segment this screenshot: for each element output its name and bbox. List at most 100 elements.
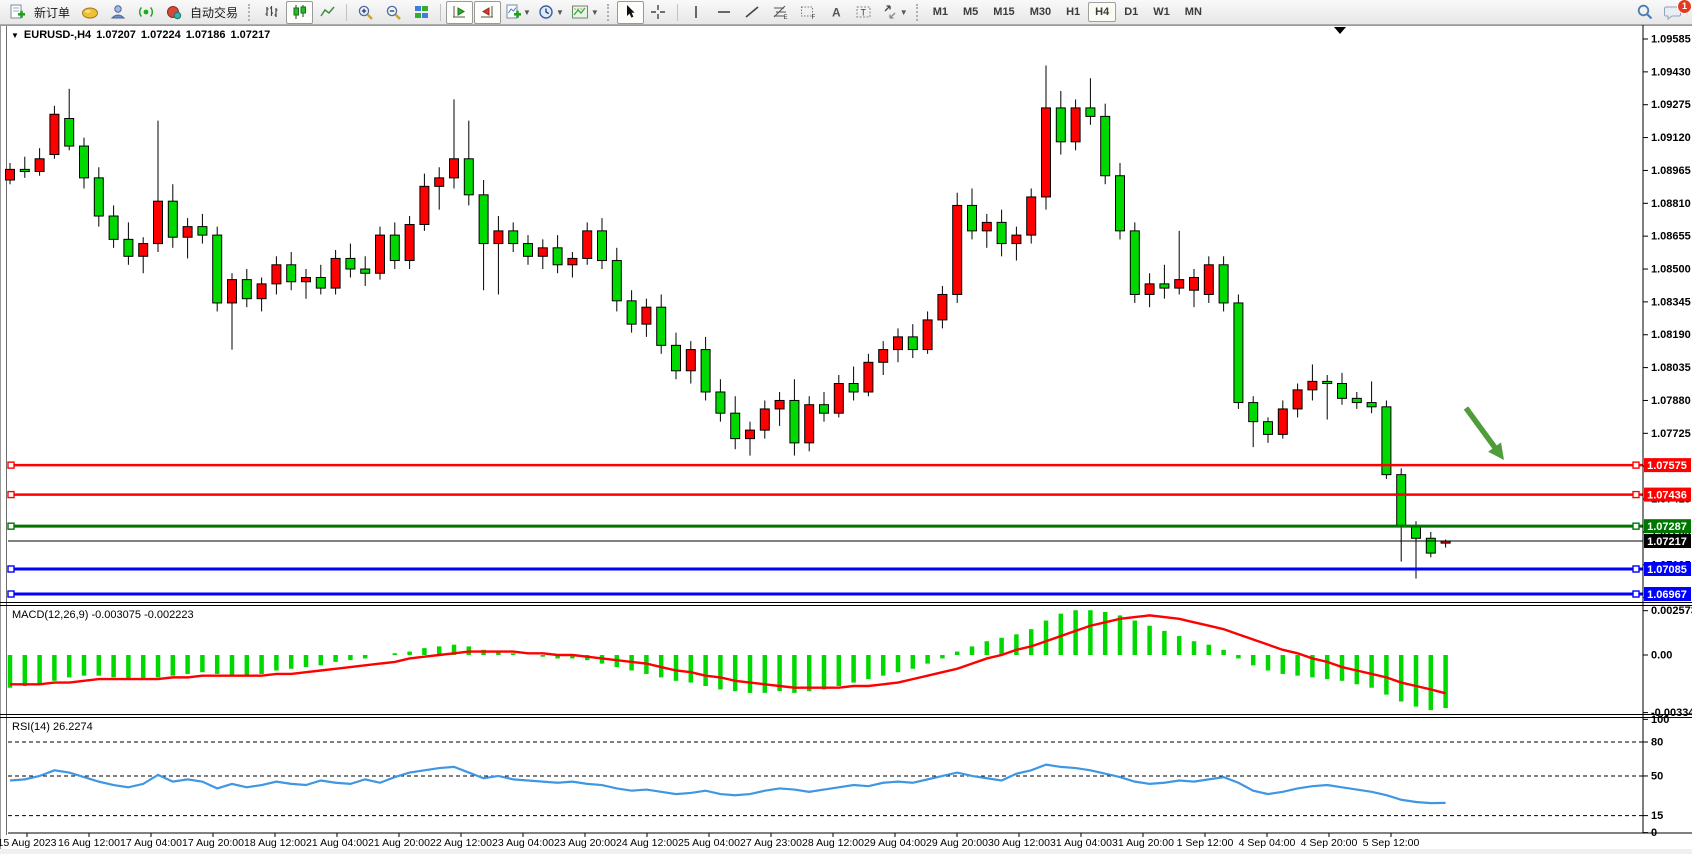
text-icon: A <box>829 4 843 20</box>
price-tick-label: 1.09275 <box>1651 99 1691 111</box>
time-tick-label: 24 Aug 12:00 <box>616 837 678 849</box>
arrows-button[interactable]: ▼ <box>879 1 911 24</box>
crosshair-button[interactable] <box>645 1 672 24</box>
svg-text:1.07287: 1.07287 <box>1647 521 1687 533</box>
autoscroll-button[interactable] <box>446 1 473 24</box>
candle-body <box>834 384 843 414</box>
notification-badge[interactable]: 1 <box>1677 0 1692 14</box>
price-tag-1.06967: 1.06967 <box>1644 587 1691 601</box>
fibo-grid-button[interactable]: F <box>795 1 822 24</box>
cursor-button[interactable] <box>617 1 644 24</box>
tile-windows-button[interactable] <box>408 1 435 24</box>
candle-body <box>1086 108 1095 116</box>
price-tick-label: 1.08345 <box>1651 296 1691 308</box>
candle-body <box>80 146 89 178</box>
candle-body <box>346 258 355 269</box>
time-tick-label: 5 Sep 12:00 <box>1363 837 1420 849</box>
zoom-in-button[interactable] <box>352 1 379 24</box>
symbol-period-label: EURUSD-,H4 <box>24 29 91 41</box>
candle-body <box>1397 475 1406 526</box>
hline-handle[interactable] <box>1633 523 1639 529</box>
hline-handle[interactable] <box>8 492 14 498</box>
templates-button[interactable]: ▼ <box>568 1 602 24</box>
candle-body <box>509 231 518 244</box>
candlestick-chart-button[interactable] <box>286 1 313 24</box>
new-order-button[interactable] <box>4 1 31 24</box>
search-icon <box>1636 3 1654 21</box>
line-chart-button[interactable] <box>314 1 341 24</box>
tab-timeframe-mn[interactable]: MN <box>1178 2 1209 22</box>
zoom-in-icon <box>357 4 374 21</box>
candle-body <box>894 337 903 350</box>
candle-body <box>953 205 962 294</box>
text-button[interactable]: A <box>823 1 850 24</box>
price-tick-label: 1.09430 <box>1651 66 1691 78</box>
candle-body <box>302 278 311 282</box>
text-label-button[interactable]: T <box>851 1 878 24</box>
hline-handle[interactable] <box>1633 591 1639 597</box>
tab-timeframe-w1[interactable]: W1 <box>1146 2 1177 22</box>
chart-canvas[interactable]: 1.095851.094301.092751.091201.089651.088… <box>0 25 1692 854</box>
toolbar-grip[interactable] <box>607 4 612 21</box>
rsi-tick-label: 100 <box>1651 714 1669 726</box>
hline-handle[interactable] <box>8 566 14 572</box>
svg-text:A: A <box>832 6 841 20</box>
horizontal-line-button[interactable] <box>711 1 738 24</box>
trendline-button[interactable] <box>739 1 766 24</box>
zoom-out-button[interactable] <box>380 1 407 24</box>
hline-handle[interactable] <box>1633 566 1639 572</box>
candle-body <box>923 320 932 350</box>
autotrade-label[interactable]: 自动交易 <box>188 4 243 21</box>
time-tick-label: 17 Aug 20:00 <box>182 837 244 849</box>
tab-timeframe-m30[interactable]: M30 <box>1023 2 1058 22</box>
price-tag-1.07217: 1.07217 <box>1644 534 1691 548</box>
profile-button[interactable] <box>104 1 131 24</box>
hline-handle[interactable] <box>1633 462 1639 468</box>
periods-button[interactable]: ▼ <box>535 1 567 24</box>
candle-body <box>524 244 533 257</box>
broadcast-button[interactable] <box>132 1 159 24</box>
tab-timeframe-h4[interactable]: H4 <box>1088 2 1116 22</box>
candle-body <box>450 159 459 178</box>
tab-timeframe-d1[interactable]: D1 <box>1117 2 1145 22</box>
bar-chart-button[interactable] <box>258 1 285 24</box>
candle-body <box>1042 108 1051 197</box>
vertical-line-button[interactable] <box>683 1 710 24</box>
ohlc-high: 1.07224 <box>141 29 181 41</box>
time-tick-label: 21 Aug 04:00 <box>306 837 368 849</box>
toolbar-grip[interactable] <box>916 4 921 21</box>
candle-body <box>1130 231 1139 295</box>
indicators-button[interactable]: ▼ <box>502 1 534 24</box>
candle-body <box>109 216 118 239</box>
macd-tick-label: 0.00 <box>1651 650 1672 662</box>
hline-handle[interactable] <box>1633 492 1639 498</box>
hline-handle[interactable] <box>8 591 14 597</box>
tab-timeframe-m5[interactable]: M5 <box>956 2 985 22</box>
tab-timeframe-h1[interactable]: H1 <box>1059 2 1087 22</box>
chart-shift-button[interactable] <box>474 1 501 24</box>
rsi-tick-label: 50 <box>1651 770 1663 782</box>
time-tick-label: 30 Aug 12:00 <box>988 837 1050 849</box>
new-order-label[interactable]: 新订单 <box>32 4 75 21</box>
price-tick-label: 1.08810 <box>1651 198 1691 210</box>
fibonacci-button[interactable]: E <box>767 1 794 24</box>
hline-handle[interactable] <box>8 523 14 529</box>
autotrade-button[interactable] <box>160 1 187 24</box>
chat-button[interactable]: 1 <box>1659 1 1686 24</box>
profile-icon <box>109 4 127 20</box>
candle-body <box>1012 235 1021 243</box>
market-watch-button[interactable] <box>76 1 103 24</box>
tab-timeframe-m15[interactable]: M15 <box>986 2 1021 22</box>
chart-menu-icon[interactable]: ▼ <box>11 31 19 40</box>
toolbar-grip[interactable] <box>248 4 253 21</box>
svg-text:F: F <box>812 15 816 20</box>
tab-timeframe-m1[interactable]: M1 <box>926 2 955 22</box>
candle-body <box>1190 278 1199 291</box>
candle-body <box>1352 398 1361 402</box>
hline-handle[interactable] <box>8 462 14 468</box>
candle-body <box>908 337 917 350</box>
rsi-tick-label: 80 <box>1651 736 1663 748</box>
candle-body <box>627 301 636 324</box>
candle-body <box>805 405 814 443</box>
search-button[interactable] <box>1631 1 1658 24</box>
